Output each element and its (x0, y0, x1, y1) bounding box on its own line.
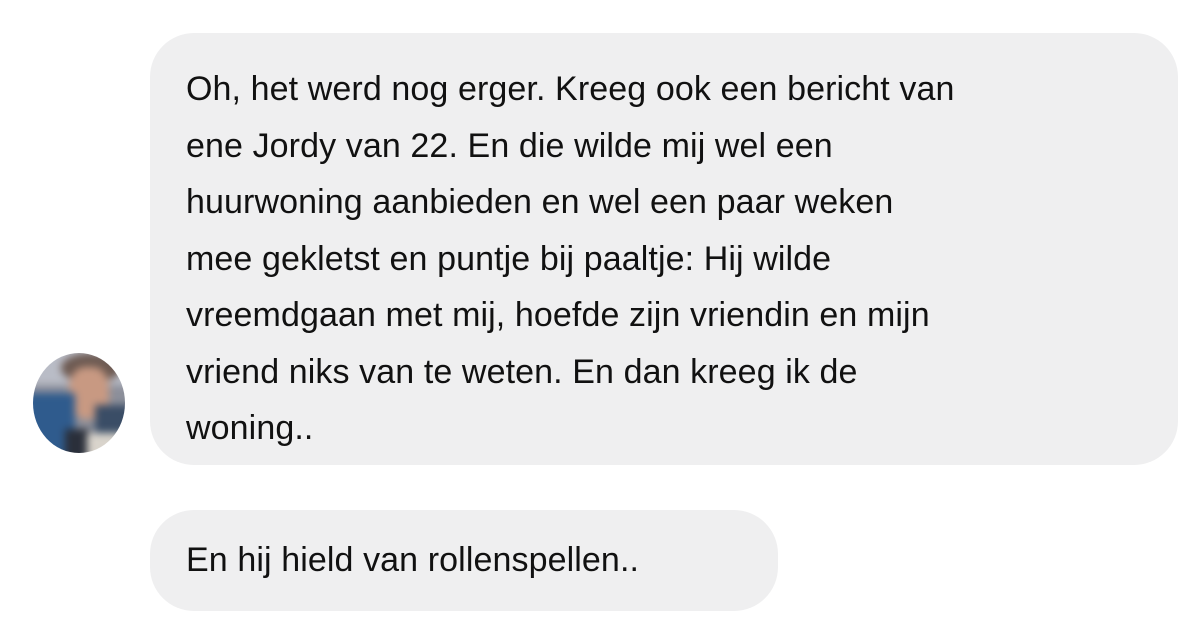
message-text-line: mee gekletst en puntje bij paaltje: Hij … (186, 239, 832, 278)
message-text-line: woning.. (186, 409, 314, 447)
message-thread: Oh, het werd nog erger. Kreeg ook een be… (0, 0, 1200, 630)
message-text-line: ene Jordy van 22. En die wilde mij wel e… (186, 126, 833, 165)
message-text-line: vriend niks van te weten. En dan kreeg i… (186, 352, 858, 391)
message-text-line: En hij hield van rollenspellen.. (186, 541, 640, 579)
message-text-line: vreemdgaan met mij, hoefde zijn vriendin… (186, 296, 930, 334)
sender-avatar[interactable] (33, 353, 125, 453)
message-bubble[interactable]: Oh, het werd nog erger. Kreeg ook een be… (150, 33, 1178, 465)
avatar-blurred-photo (33, 353, 125, 453)
message-text-line: Oh, het werd nog erger. Kreeg ook een be… (186, 70, 955, 108)
message-text-line: huurwoning aanbieden en wel een paar wek… (186, 183, 894, 221)
message-bubble[interactable]: En hij hield van rollenspellen.. (150, 510, 778, 611)
